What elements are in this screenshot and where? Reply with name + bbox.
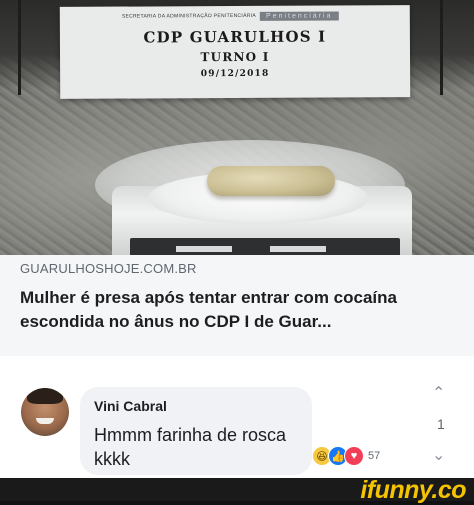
chevron-down-icon[interactable]: ⌄	[432, 445, 445, 465]
sign-header-band: Penitenciária	[259, 10, 339, 21]
wrapped-package	[207, 166, 335, 196]
reaction-summary[interactable]: 😆 👍 ♥ 57	[312, 446, 380, 466]
sign-header-small: SECRETARIA DA ADMINISTRAÇÃO PENITENCIÁRI…	[121, 12, 257, 20]
chevron-up-icon[interactable]: ⌃	[432, 383, 445, 403]
sign-date: 09/12/2018	[200, 68, 270, 80]
sign-title: CDP GUARULHOS I	[143, 27, 327, 47]
comment-author[interactable]: Vini Cabral	[94, 398, 167, 414]
news-photo: SECRETARIA DA ADMINISTRAÇÃO PENITENCIÁRI…	[0, 0, 474, 255]
love-icon: ♥	[344, 446, 364, 466]
link-source[interactable]: GUARULHOSHOJE.COM.BR	[20, 261, 197, 276]
scale-button	[176, 246, 232, 252]
photo-sign: SECRETARIA DA ADMINISTRAÇÃO PENITENCIÁRI…	[59, 5, 411, 99]
scale-button	[270, 246, 326, 252]
reaction-count: 57	[368, 450, 381, 462]
comment-text: Hmmm farinha de rosca kkkk	[94, 425, 287, 469]
scale-display	[130, 238, 400, 255]
photo-wall-edge	[18, 0, 21, 95]
avatar[interactable]	[21, 388, 69, 436]
comment-index: 1	[437, 416, 445, 432]
sign-shift: TURNO I	[200, 49, 270, 65]
photo-wall-edge	[440, 0, 443, 95]
link-headline[interactable]: Mulher é presa após tentar entrar com co…	[20, 286, 460, 334]
